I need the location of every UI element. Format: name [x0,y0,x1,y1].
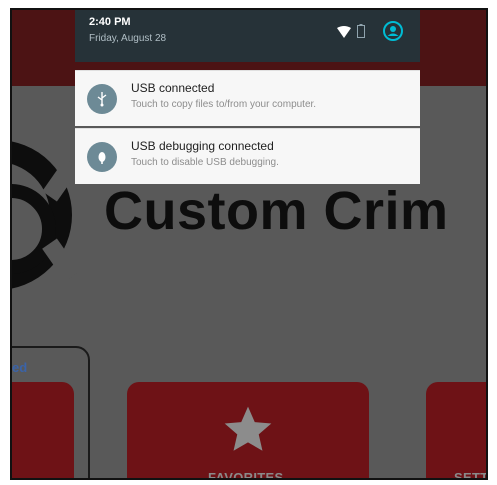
notification-text: Touch to disable USB debugging. [131,157,279,168]
side-panel-label: ed [12,360,28,375]
account-icon[interactable] [383,21,403,41]
device-screen: Custom Crim ed FAVORITES SETT 2:40 PM Fr… [10,8,488,480]
notification-text: Touch to copy files to/from your compute… [131,99,317,110]
battery-icon[interactable] [357,24,365,38]
notification-usb-connected[interactable]: USB connected Touch to copy files to/fro… [75,70,420,126]
wifi-icon[interactable] [337,26,351,38]
tile-left[interactable] [12,382,74,478]
star-icon [224,406,272,451]
notification-shade-header: 2:40 PM Friday, August 28 [75,10,420,62]
notification-title: USB debugging connected [131,139,274,153]
status-date[interactable]: Friday, August 28 [89,33,166,44]
usb-icon [87,84,117,114]
notification-title: USB connected [131,81,215,95]
favorites-label: FAVORITES [208,470,284,480]
settings-tile[interactable] [426,382,486,478]
status-time: 2:40 PM [89,16,131,28]
app-title: Custom Crim [104,181,449,241]
settings-label: SETT [454,470,488,480]
notification-usb-debugging[interactable]: USB debugging connected Touch to disable… [75,128,420,184]
bug-icon [87,142,117,172]
